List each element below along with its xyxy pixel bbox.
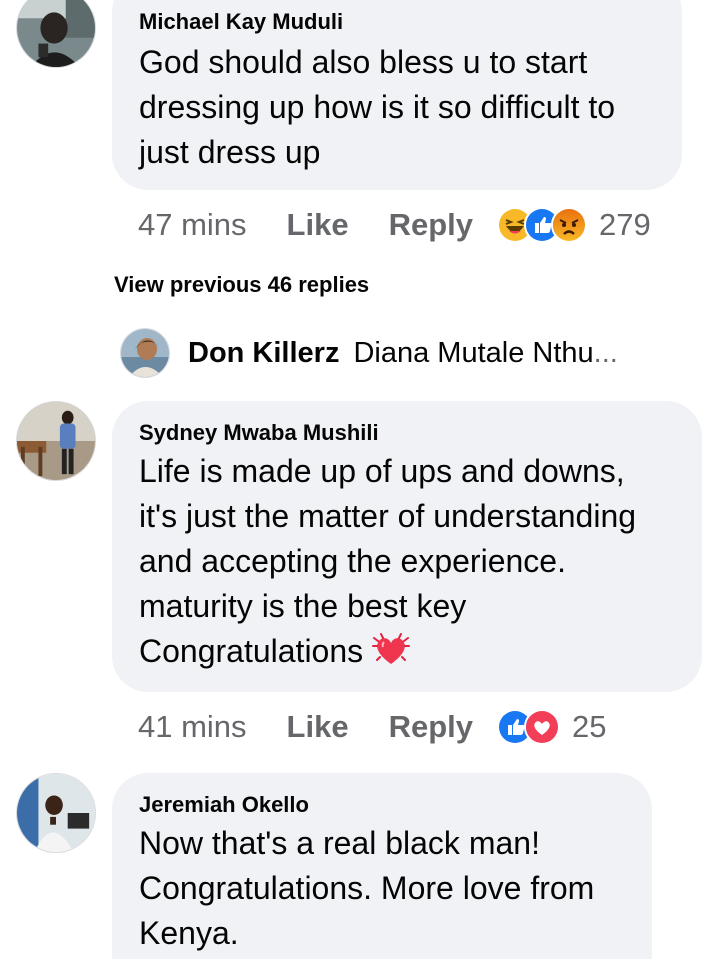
angry-icon [551,207,587,243]
reply-preview[interactable]: Don Killerz Diana Mutale Nthu... [120,328,618,378]
avatar[interactable] [16,0,96,68]
avatar[interactable] [16,773,96,853]
avatar[interactable] [16,401,96,481]
reply-author[interactable]: Don Killerz [188,337,339,370]
comment-line: it's just the matter of understanding [139,498,637,534]
comment-actions: 41 mins Like Reply 25 [138,705,606,749]
profile-photo-sydney [17,402,95,480]
comment-line: Life is made up of ups and downs, [139,453,625,489]
profile-photo-don [121,329,169,377]
reactions-summary[interactable] [497,709,560,745]
comment-timestamp[interactable]: 47 mins [138,207,247,243]
comment-line: Now that's a real black man! [139,825,540,861]
avatar [120,328,170,378]
comment-actions: 47 mins Like Reply 279 [138,203,651,247]
comment-text: Now that's a real black man! Congratulat… [139,821,624,956]
comment-line: and accepting the experience. [139,543,566,579]
view-previous-replies-link[interactable]: View previous 46 replies [114,272,369,298]
reply-text: Diana Mutale Nthu [353,336,594,369]
reply-button[interactable]: Reply [389,709,473,745]
comment-line: Kenya. [139,915,239,951]
comment-line: Congratulations. More love from [139,870,595,906]
reaction-count[interactable]: 279 [599,207,651,243]
comment-line: Congratulations [139,629,674,674]
reaction-count[interactable]: 25 [572,709,606,745]
reply-button[interactable]: Reply [389,207,473,243]
reactions-summary[interactable] [497,207,587,243]
comment-author[interactable]: Michael Kay Muduli [139,8,654,36]
profile-photo-michael [17,0,95,67]
comment-text: Life is made up of ups and downs, it's j… [139,449,674,674]
comment-line: maturity is the best key [139,588,467,624]
comment-line-text: Congratulations [139,633,364,669]
comment-line: dressing up how is it so difficult to [139,89,616,125]
comment-timestamp[interactable]: 41 mins [138,709,247,745]
like-button[interactable]: Like [287,709,349,745]
reply-ellipsis: ... [593,336,618,369]
love-icon [524,709,560,745]
comment-line: just dress up [139,134,321,170]
comment-bubble: Michael Kay Muduli God should also bless… [112,0,682,190]
comment-author[interactable]: Sydney Mwaba Mushili [139,419,674,447]
comment-bubble: Sydney Mwaba Mushili Life is made up of … [112,401,702,692]
heartbeat-icon [371,630,411,670]
comment-author[interactable]: Jeremiah Okello [139,791,624,819]
comments-thread: Michael Kay Muduli God should also bless… [0,0,719,959]
comment-bubble: Jeremiah Okello Now that's a real black … [112,773,652,959]
like-button[interactable]: Like [287,207,349,243]
comment-text: God should also bless u to start dressin… [139,40,654,175]
comment-line: God should also bless u to start [139,44,588,80]
profile-photo-jeremiah [17,774,95,852]
